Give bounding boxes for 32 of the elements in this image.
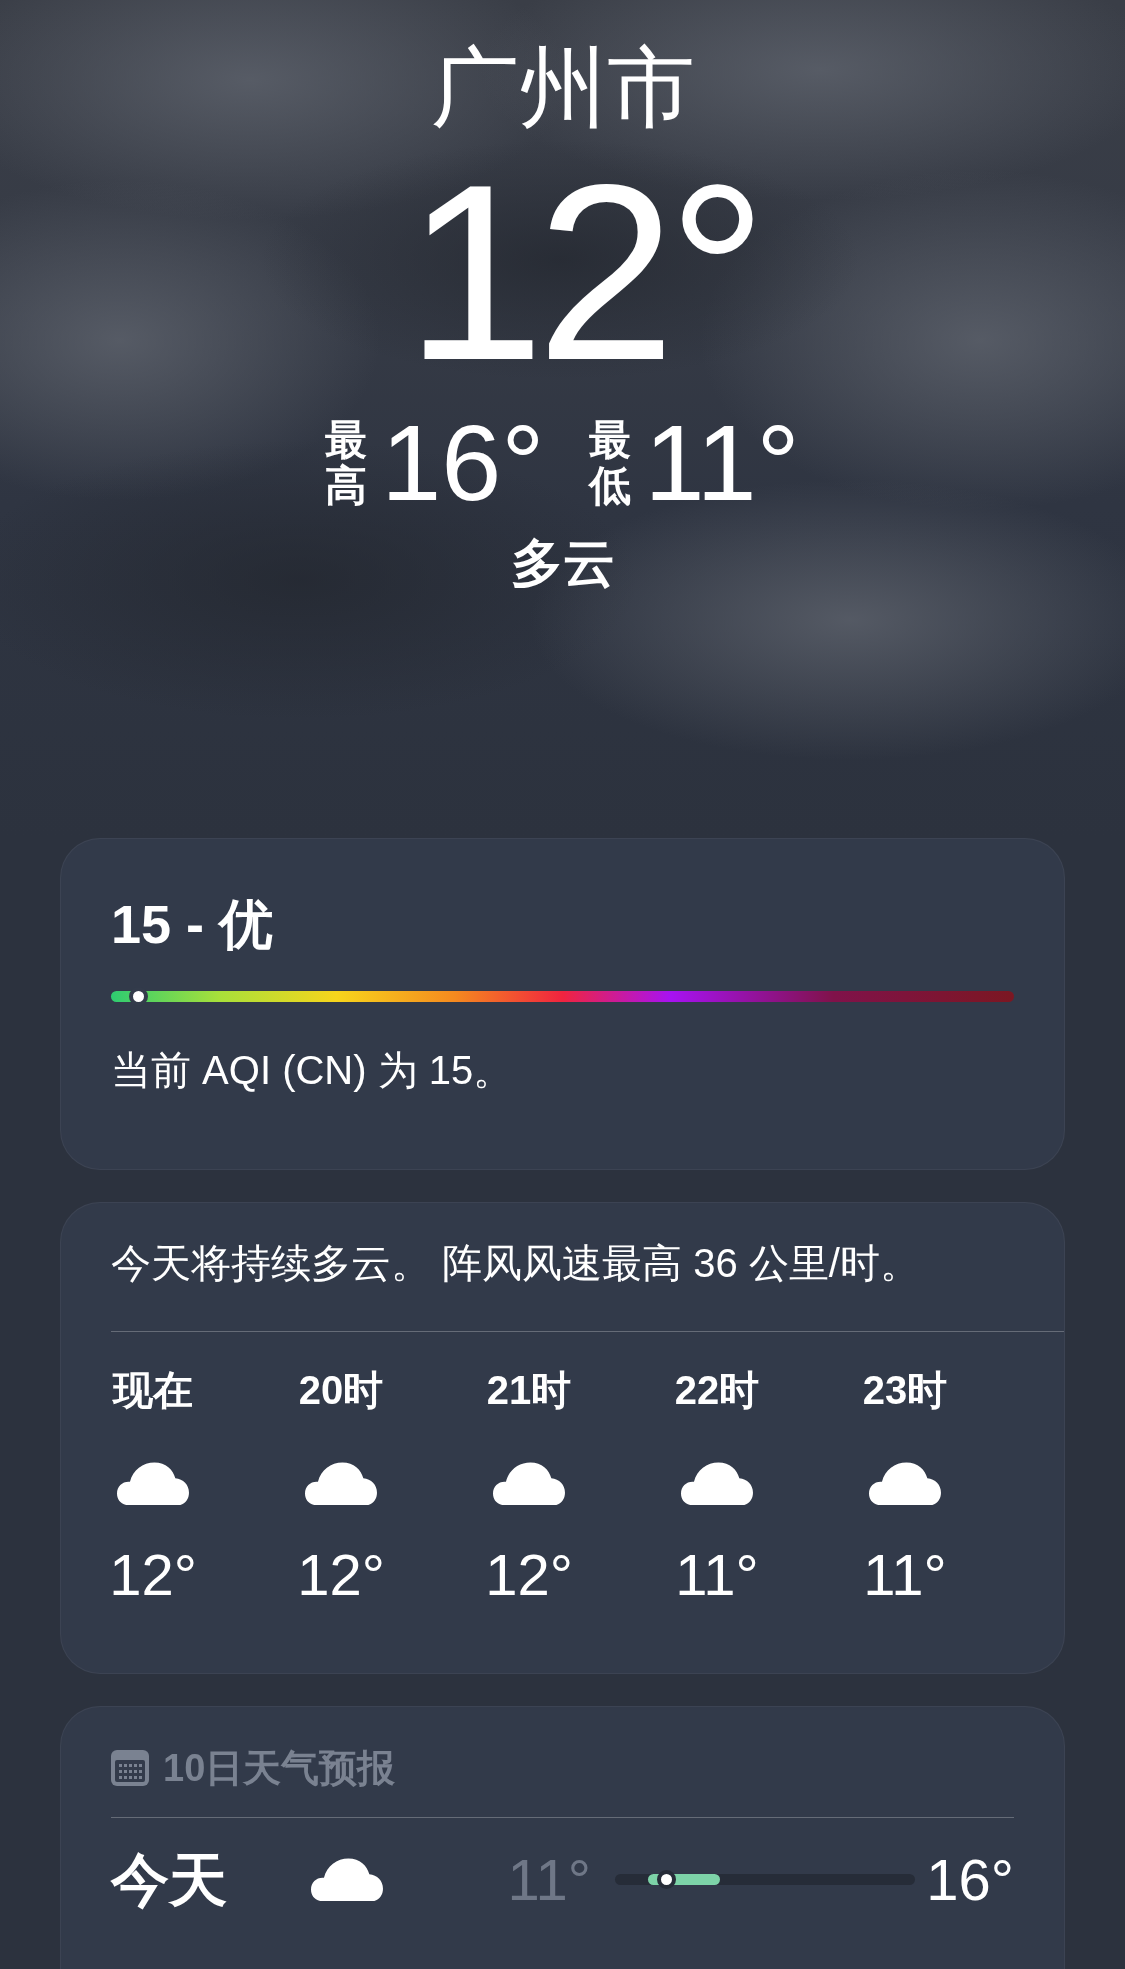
- forecast-summary: 今天将持续多云。 阵风风速最高 36 公里/时。: [111, 1240, 921, 1287]
- calendar-icon: [111, 1750, 149, 1786]
- high-temperature: 16°: [926, 1845, 1014, 1914]
- hour-label: 21时: [486, 1367, 572, 1414]
- air-quality-card[interactable]: 15 - 优 当前 AQI (CN) 为 15。: [60, 838, 1065, 1170]
- cloud-icon: [311, 1856, 383, 1902]
- hour-temperature: 12°: [109, 1541, 197, 1609]
- hour-temperature: 11°: [675, 1541, 759, 1609]
- cloud-icon: [117, 1460, 189, 1506]
- hour-temperature: 12°: [297, 1541, 385, 1609]
- hour-temperature: 11°: [863, 1541, 947, 1609]
- low-temperature: 11°: [506, 1845, 591, 1914]
- high-temperature: 16°: [381, 408, 545, 518]
- hour-temperature: 12°: [485, 1541, 573, 1609]
- current-temperature: 12°: [404, 148, 760, 398]
- hour-label: 20时: [298, 1367, 384, 1414]
- low-label: 最低: [588, 416, 631, 510]
- hour-label: 现在: [113, 1367, 193, 1414]
- cloud-icon: [493, 1460, 565, 1506]
- day-label: 今天: [111, 1845, 228, 1914]
- forecast-title: 10日天气预报: [163, 1746, 396, 1791]
- cloud-icon: [305, 1460, 377, 1506]
- aqi-headline: 15 - 优: [111, 893, 275, 956]
- hour-label: 23时: [862, 1367, 948, 1414]
- weather-condition: 多云: [510, 533, 615, 594]
- city-name: 广州市: [430, 37, 695, 139]
- aqi-description: 当前 AQI (CN) 为 15。: [111, 1047, 515, 1094]
- cloud-icon: [869, 1460, 941, 1506]
- hour-label: 22时: [674, 1367, 760, 1414]
- cloud-icon: [681, 1460, 753, 1506]
- high-label: 最高: [325, 416, 368, 510]
- low-temperature: 11°: [644, 408, 800, 518]
